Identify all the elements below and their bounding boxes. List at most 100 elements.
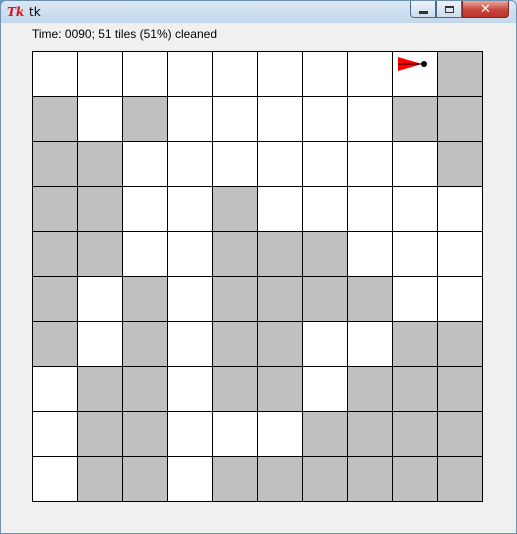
clean-tile: [438, 232, 483, 277]
clean-tile: [78, 52, 123, 97]
clean-tile: [168, 52, 213, 97]
dirty-tile: [123, 277, 168, 322]
dirty-tile: [258, 367, 303, 412]
clean-tile: [258, 412, 303, 457]
dirty-tile: [348, 367, 393, 412]
maximize-button[interactable]: [436, 1, 462, 18]
clean-tile: [78, 97, 123, 142]
dirty-tile: [438, 412, 483, 457]
minimize-button[interactable]: [410, 1, 436, 18]
dirty-tile: [258, 457, 303, 502]
clean-tile: [213, 97, 258, 142]
dirty-tile: [33, 142, 78, 187]
clean-tile: [213, 142, 258, 187]
dirty-tile: [258, 277, 303, 322]
dirty-tile: [78, 142, 123, 187]
clean-tile: [168, 367, 213, 412]
app-window: Tk tk ✕ Time: 0090; 51 tiles (51%) clean…: [0, 0, 517, 534]
dirty-tile: [438, 52, 483, 97]
dirty-tile: [78, 187, 123, 232]
dirty-tile: [213, 322, 258, 367]
clean-tile: [168, 187, 213, 232]
dirty-tile: [438, 457, 483, 502]
dirty-tile: [393, 322, 438, 367]
dirty-tile: [258, 322, 303, 367]
clean-tile: [303, 97, 348, 142]
clean-tile: [168, 97, 213, 142]
minimize-icon: [418, 10, 428, 14]
dirty-tile: [348, 412, 393, 457]
dirty-tile: [213, 277, 258, 322]
dirty-tile: [78, 367, 123, 412]
dirty-tile: [303, 232, 348, 277]
clean-tile: [393, 232, 438, 277]
dirty-tile: [393, 367, 438, 412]
dirty-tile: [123, 457, 168, 502]
dirty-tile: [33, 97, 78, 142]
dirty-tile: [348, 277, 393, 322]
clean-tile: [123, 52, 168, 97]
robot-icon: [398, 57, 427, 71]
clean-tile: [393, 187, 438, 232]
clean-tile: [303, 367, 348, 412]
dirty-tile: [393, 457, 438, 502]
clean-tile: [168, 457, 213, 502]
close-button[interactable]: ✕: [462, 1, 509, 18]
dirty-tile: [33, 187, 78, 232]
dirty-tile: [123, 412, 168, 457]
dirty-tile: [393, 412, 438, 457]
clean-tile: [393, 52, 438, 97]
clean-tile: [168, 412, 213, 457]
clean-tile: [393, 142, 438, 187]
robot-direction-dot: [421, 61, 427, 67]
dirty-tile: [213, 457, 258, 502]
clean-tile: [348, 187, 393, 232]
clean-tile: [438, 187, 483, 232]
clean-tile: [258, 97, 303, 142]
clean-tile: [168, 232, 213, 277]
dirty-tile: [438, 142, 483, 187]
clean-tile: [33, 367, 78, 412]
dirty-tile: [348, 457, 393, 502]
dirty-tile: [123, 367, 168, 412]
dirty-tile: [438, 367, 483, 412]
status-label: Time: 0090; 51 tiles (51%) cleaned: [32, 27, 217, 41]
dirty-tile: [438, 322, 483, 367]
dirty-tile: [303, 277, 348, 322]
dirty-tile: [33, 277, 78, 322]
clean-tile: [258, 142, 303, 187]
dirty-tile: [258, 232, 303, 277]
dirty-tile: [213, 367, 258, 412]
clean-tile: [303, 52, 348, 97]
dirty-tile: [33, 232, 78, 277]
dirty-tile: [438, 97, 483, 142]
clean-tile: [303, 322, 348, 367]
dirty-tile: [303, 457, 348, 502]
clean-tile: [123, 187, 168, 232]
clean-tile: [438, 277, 483, 322]
clean-tile: [303, 187, 348, 232]
dirty-tile: [393, 97, 438, 142]
clean-tile: [348, 97, 393, 142]
title-bar[interactable]: Tk tk ✕: [1, 1, 516, 23]
clean-tile: [168, 277, 213, 322]
clean-tile: [258, 187, 303, 232]
clean-tile: [33, 457, 78, 502]
clean-tile: [123, 232, 168, 277]
clean-tile: [348, 142, 393, 187]
room-canvas: [32, 51, 483, 502]
dirty-tile: [78, 232, 123, 277]
maximize-icon: [444, 5, 454, 13]
dirty-tile: [303, 412, 348, 457]
clean-tile: [348, 52, 393, 97]
clean-tile: [168, 322, 213, 367]
dirty-tile: [213, 232, 258, 277]
clean-tile: [33, 412, 78, 457]
clean-tile: [168, 142, 213, 187]
clean-tile: [303, 142, 348, 187]
clean-tile: [393, 277, 438, 322]
clean-tile: [258, 52, 303, 97]
dirty-tile: [78, 412, 123, 457]
window-title: tk: [29, 5, 41, 19]
tk-feather-icon: Tk: [7, 5, 25, 19]
